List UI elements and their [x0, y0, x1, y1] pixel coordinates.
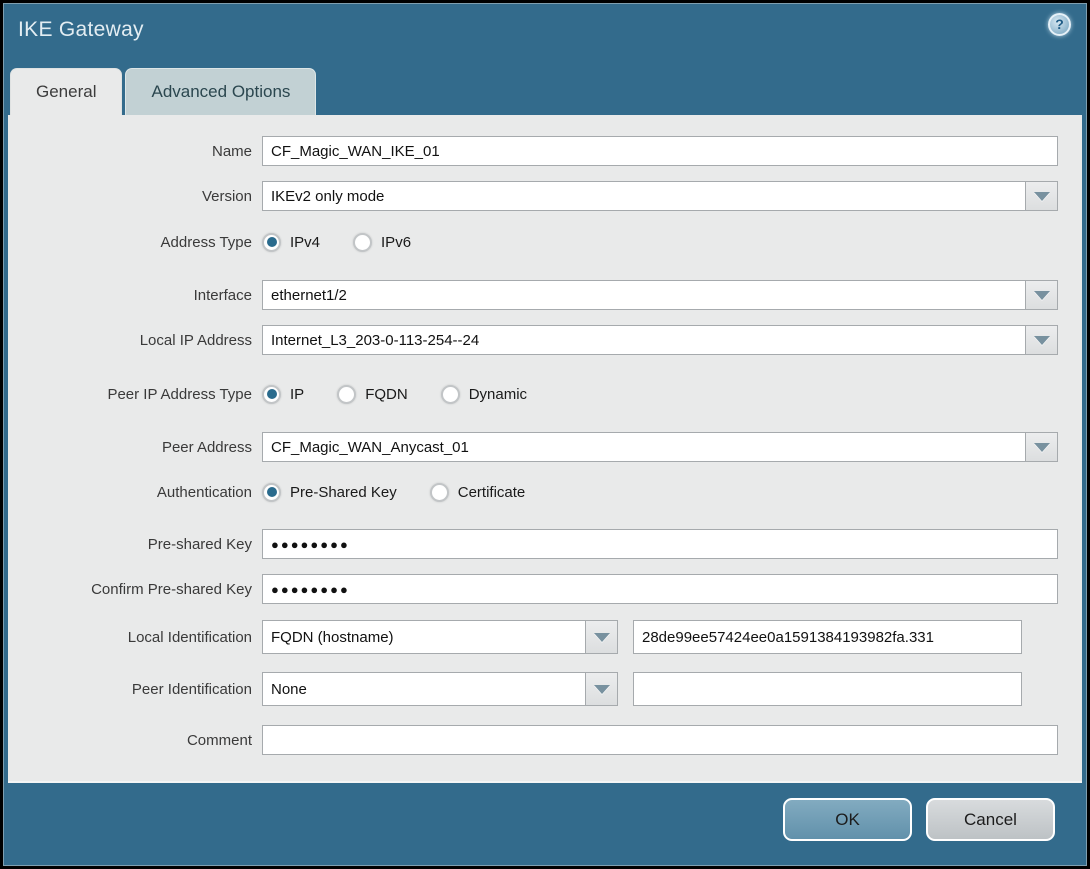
interface-input[interactable]	[262, 280, 1025, 310]
chevron-down-icon	[1033, 335, 1050, 345]
chevron-down-icon	[593, 684, 610, 694]
peer-address-label: Peer Address	[161, 438, 252, 456]
confirm-pre-shared-key-label: Confirm Pre-shared Key	[91, 580, 252, 598]
local-ip-dropdown-button[interactable]	[1025, 325, 1058, 355]
peer-address-dropdown	[262, 432, 1058, 462]
local-identification-label: Local Identification	[127, 628, 252, 646]
version-input[interactable]	[262, 181, 1025, 211]
tab-general[interactable]: General	[10, 68, 123, 115]
authentication-label: Authentication	[156, 483, 252, 501]
ike-gateway-dialog: IKE Gateway ? General Advanced Options N…	[3, 3, 1087, 866]
ipv6-radio[interactable]	[353, 232, 373, 252]
address-type-label: Address Type	[160, 233, 252, 251]
name-input[interactable]	[262, 136, 1058, 166]
peer-identification-value-input[interactable]	[633, 672, 1022, 706]
peer-fqdn-radio[interactable]	[337, 384, 357, 404]
chevron-down-icon	[1033, 191, 1050, 201]
peer-ip-radio[interactable]	[262, 384, 281, 404]
chevron-down-icon	[1033, 442, 1050, 452]
peer-ip-type-row: Peer IP Address Type IP FQDN Dynamic	[8, 380, 1082, 408]
local-identification-type-dropdown	[262, 620, 618, 654]
confirm-pre-shared-key-row: Confirm Pre-shared Key	[8, 574, 1082, 604]
ok-button[interactable]: OK	[783, 798, 912, 841]
peer-ip-type-label: Peer IP Address Type	[107, 385, 252, 403]
footer-buttons: OK Cancel	[783, 798, 1055, 841]
version-row: Version	[8, 181, 1082, 211]
version-dropdown	[262, 181, 1058, 211]
interface-dropdown	[262, 280, 1058, 310]
tab-strip: General Advanced Options	[10, 68, 317, 115]
pre-shared-key-row: Pre-shared Key	[8, 529, 1082, 559]
peer-identification-label: Peer Identification	[131, 680, 252, 698]
peer-address-dropdown-button[interactable]	[1025, 432, 1058, 462]
local-identification-value-input[interactable]	[633, 620, 1022, 654]
ipv4-radio[interactable]	[262, 232, 281, 252]
ipv6-radio-label: IPv6	[381, 233, 412, 251]
local-ip-input[interactable]	[262, 325, 1025, 355]
interface-label: Interface	[193, 286, 252, 304]
peer-dynamic-radio[interactable]	[440, 384, 460, 404]
cancel-button[interactable]: Cancel	[926, 798, 1055, 841]
version-dropdown-button[interactable]	[1025, 181, 1058, 211]
psk-radio[interactable]	[262, 482, 281, 502]
certificate-radio-label: Certificate	[457, 483, 526, 501]
peer-identification-type-dropdown	[262, 672, 618, 706]
name-label: Name	[211, 142, 252, 160]
local-ip-dropdown	[262, 325, 1058, 355]
pre-shared-key-label: Pre-shared Key	[147, 535, 252, 553]
chevron-down-icon	[593, 632, 610, 642]
peer-address-row: Peer Address	[8, 432, 1082, 462]
local-identification-type-input[interactable]	[262, 620, 585, 654]
help-icon[interactable]: ?	[1048, 13, 1071, 36]
tab-advanced-options[interactable]: Advanced Options	[125, 68, 317, 115]
peer-dynamic-radio-label: Dynamic	[468, 385, 528, 403]
local-identification-row: Local Identification	[8, 620, 1082, 654]
local-identification-dropdown-button[interactable]	[585, 620, 618, 654]
confirm-pre-shared-key-input[interactable]	[262, 574, 1058, 604]
pre-shared-key-input[interactable]	[262, 529, 1058, 559]
peer-identification-row: Peer Identification	[8, 672, 1082, 706]
comment-input[interactable]	[262, 725, 1058, 755]
peer-ip-radio-label: IP	[290, 385, 305, 403]
psk-radio-label: Pre-Shared Key	[290, 483, 397, 501]
local-ip-row: Local IP Address	[8, 325, 1082, 355]
peer-fqdn-radio-label: FQDN	[365, 385, 408, 403]
general-tab-panel: Name Version Address Type IPv4 IPv6 Inte…	[8, 115, 1082, 783]
peer-identification-type-input[interactable]	[262, 672, 585, 706]
name-row: Name	[8, 136, 1082, 166]
version-label: Version	[201, 187, 252, 205]
comment-label: Comment	[186, 731, 252, 749]
chevron-down-icon	[1033, 290, 1050, 300]
peer-address-input[interactable]	[262, 432, 1025, 462]
ipv4-radio-label: IPv4	[290, 233, 321, 251]
comment-row: Comment	[8, 725, 1082, 755]
title-bar: IKE Gateway ?	[3, 3, 1087, 65]
page-title: IKE Gateway	[18, 18, 144, 41]
authentication-row: Authentication Pre-Shared Key Certificat…	[8, 478, 1082, 506]
interface-row: Interface	[8, 280, 1082, 310]
certificate-radio[interactable]	[429, 482, 449, 502]
interface-dropdown-button[interactable]	[1025, 280, 1058, 310]
peer-identification-dropdown-button[interactable]	[585, 672, 618, 706]
address-type-row: Address Type IPv4 IPv6	[8, 228, 1082, 256]
local-ip-label: Local IP Address	[139, 331, 252, 349]
